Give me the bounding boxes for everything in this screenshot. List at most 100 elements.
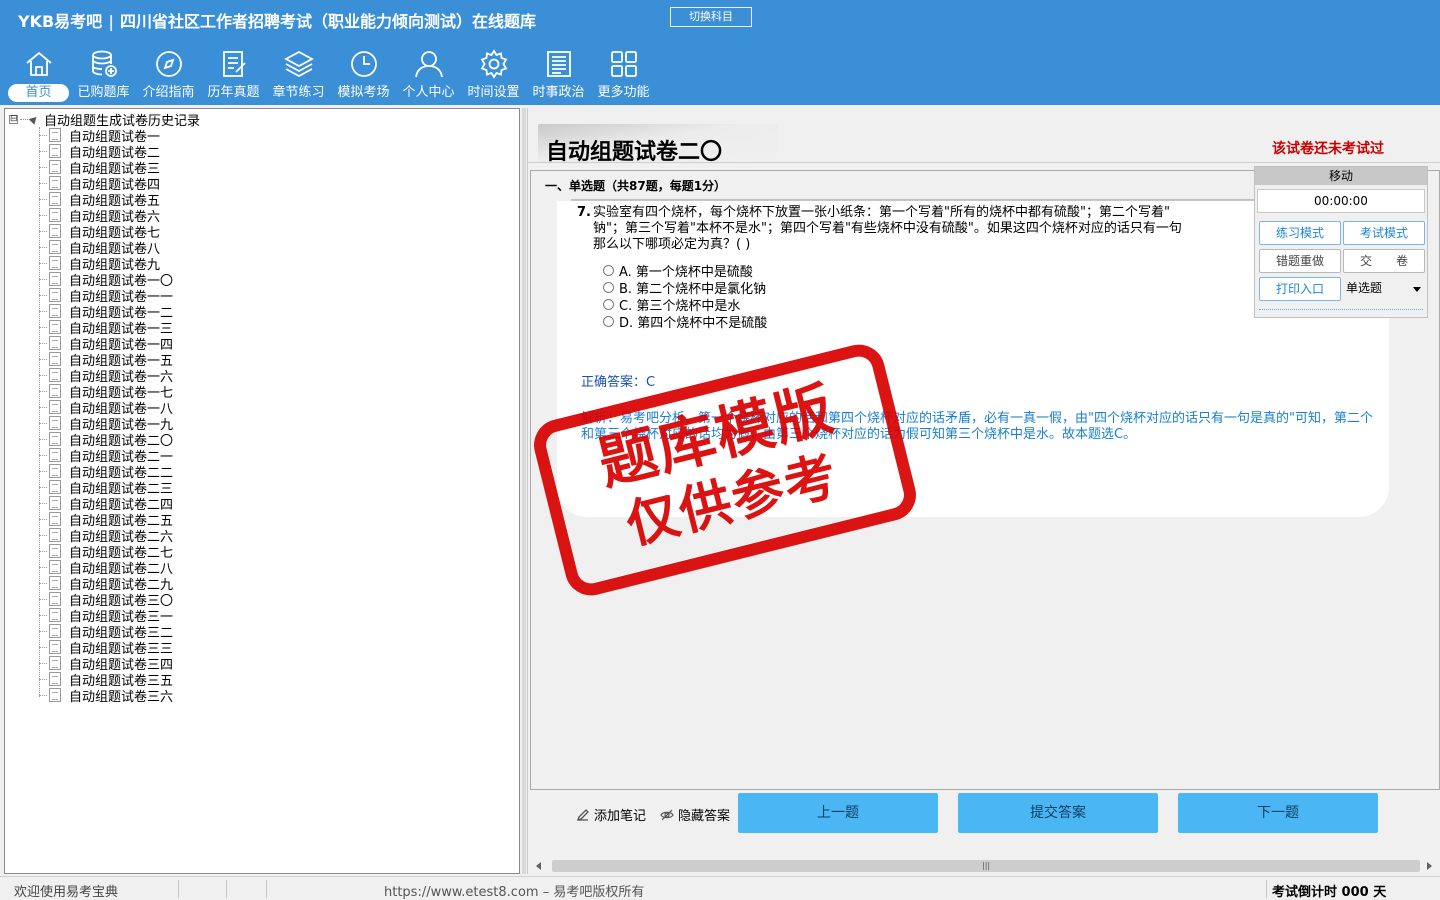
exam-mode-button[interactable]: 考试模式 bbox=[1343, 221, 1425, 245]
nav-label: 首页 bbox=[8, 84, 69, 102]
nav-label: 模拟考场 bbox=[337, 85, 390, 100]
panel-splitter[interactable] bbox=[522, 108, 526, 874]
nav-more[interactable]: 更多功能 bbox=[591, 46, 656, 104]
tree-connector bbox=[39, 198, 47, 200]
document-icon bbox=[49, 672, 61, 686]
nav-purchased[interactable]: 已购题库 bbox=[71, 46, 136, 104]
tree-connector bbox=[39, 662, 47, 664]
tree-connector bbox=[39, 374, 47, 376]
option-d[interactable]: D. 第四个烧杯中不是硫酸 bbox=[603, 312, 767, 331]
tree-item[interactable]: 自动组题试卷三六 bbox=[39, 687, 173, 705]
question-number: 7. bbox=[577, 205, 591, 220]
chevron-down-icon bbox=[1413, 287, 1421, 292]
app-title: YKB易考吧 | 四川省社区工作者招聘考试（职业能力倾向测试）在线题库 bbox=[18, 8, 536, 32]
document-icon bbox=[49, 688, 61, 702]
status-welcome: 欢迎使用易考宝典 bbox=[14, 885, 119, 900]
hide-answer-link[interactable]: 隐藏答案 bbox=[660, 805, 730, 824]
scroll-right-icon[interactable] bbox=[1427, 862, 1432, 870]
nav-label: 已购题库 bbox=[77, 85, 130, 100]
document-icon bbox=[49, 560, 61, 574]
document-icon bbox=[222, 51, 246, 77]
tree-connector bbox=[39, 438, 47, 440]
gear-icon bbox=[480, 49, 507, 79]
app-header: YKB易考吧 | 四川省社区工作者招聘考试（职业能力倾向测试）在线题库 切换科目 首… bbox=[0, 0, 1440, 105]
nav-mock-exam[interactable]: 模拟考场 bbox=[331, 46, 396, 104]
answer-value: C bbox=[646, 375, 656, 390]
print-button[interactable]: 打印入口 bbox=[1259, 277, 1341, 301]
scrollbar-thumb[interactable]: ||| bbox=[552, 860, 1420, 872]
radio-icon[interactable] bbox=[603, 265, 614, 276]
document-icon bbox=[49, 352, 61, 366]
panel-scroll-indicator[interactable] bbox=[1259, 309, 1423, 310]
status-divider bbox=[178, 880, 179, 898]
document-icon bbox=[49, 176, 61, 190]
nav-time-settings[interactable]: 时间设置 bbox=[461, 46, 526, 104]
nav-chapter-practice[interactable]: 章节练习 bbox=[266, 46, 331, 104]
nav-label: 历年真题 bbox=[207, 85, 260, 100]
document-icon bbox=[49, 304, 61, 318]
home-icon bbox=[25, 51, 52, 76]
question-type-select[interactable]: 单选题 bbox=[1343, 277, 1425, 301]
document-icon bbox=[49, 624, 61, 638]
folder-arrow-icon bbox=[28, 113, 40, 125]
tree-connector bbox=[39, 310, 47, 312]
prev-question-button[interactable]: 上一题 bbox=[738, 793, 938, 833]
tree-connector bbox=[39, 230, 47, 232]
tree-connector bbox=[39, 454, 47, 456]
grip-icon: ||| bbox=[982, 861, 991, 870]
nav-current-affairs[interactable]: 时事政治 bbox=[526, 46, 591, 104]
correct-answer: 正确答案：C bbox=[581, 371, 655, 390]
document-icon bbox=[49, 464, 61, 478]
submit-answer-button[interactable]: 提交答案 bbox=[958, 793, 1158, 833]
tree-connector bbox=[39, 214, 47, 216]
next-question-button[interactable]: 下一题 bbox=[1178, 793, 1378, 833]
tree-connector bbox=[39, 470, 47, 472]
paper-status: 该试卷还未考试过 bbox=[1272, 141, 1384, 157]
tree-connector bbox=[39, 550, 47, 552]
tree-connector bbox=[39, 406, 47, 408]
document-icon bbox=[49, 256, 61, 270]
document-icon bbox=[49, 576, 61, 590]
radio-icon[interactable] bbox=[603, 299, 614, 310]
move-handle[interactable]: 移动 bbox=[1255, 167, 1427, 185]
redo-wrong-button[interactable]: 错题重做 bbox=[1259, 249, 1341, 273]
status-copyright: https://www.etest8.com – 易考吧版权所有 bbox=[384, 885, 645, 900]
tree-connector bbox=[39, 182, 47, 184]
document-icon bbox=[49, 432, 61, 446]
paper-history-tree: ⊟ 自动组题生成试卷历史记录 自动组题试卷一 自动组题试卷二 自动组题试卷三 自动组题… bbox=[4, 108, 520, 874]
document-icon bbox=[49, 448, 61, 462]
tree-connector bbox=[39, 646, 47, 648]
user-icon bbox=[414, 51, 443, 78]
tree-connector bbox=[39, 342, 47, 344]
switch-subject-button[interactable]: 切换科目 bbox=[670, 7, 752, 27]
main-nav: 首页 已购题库 介绍指南 历年真题 章节练习 模拟考场 个人中心 时间设置 时事… bbox=[6, 46, 656, 104]
collapse-icon[interactable]: ⊟ bbox=[9, 114, 18, 124]
status-bar: 欢迎使用易考宝典 https://www.etest8.com – 易考吧版权所… bbox=[0, 876, 1440, 900]
add-note-label: 添加笔记 bbox=[594, 809, 647, 824]
nav-label: 介绍指南 bbox=[142, 85, 195, 100]
nav-past-exams[interactable]: 历年真题 bbox=[201, 46, 266, 104]
tree-connector bbox=[39, 694, 47, 696]
practice-mode-button[interactable]: 练习模式 bbox=[1259, 221, 1341, 245]
tree-list: 自动组题试卷一 自动组题试卷二 自动组题试卷三 自动组题试卷四 自动组题试卷五 自动组题试… bbox=[39, 127, 173, 705]
document-icon bbox=[49, 416, 61, 430]
document-icon bbox=[49, 592, 61, 606]
tree-connector bbox=[39, 630, 47, 632]
option-label: D. 第四个烧杯中不是硫酸 bbox=[619, 316, 768, 331]
submit-paper-button[interactable]: 交 卷 bbox=[1343, 249, 1425, 273]
nav-home[interactable]: 首页 bbox=[6, 46, 71, 104]
tree-connector bbox=[39, 566, 47, 568]
add-note-link[interactable]: 添加笔记 bbox=[576, 805, 646, 824]
status-divider bbox=[226, 880, 227, 898]
nav-label: 个人中心 bbox=[402, 85, 455, 100]
nav-label: 时间设置 bbox=[467, 85, 520, 100]
nav-label: 更多功能 bbox=[597, 85, 650, 100]
nav-personal-center[interactable]: 个人中心 bbox=[396, 46, 461, 104]
radio-icon[interactable] bbox=[603, 316, 614, 327]
radio-icon[interactable] bbox=[603, 282, 614, 293]
tree-connector bbox=[39, 486, 47, 488]
horizontal-scrollbar[interactable]: ||| bbox=[530, 858, 1438, 874]
scroll-left-icon[interactable] bbox=[536, 862, 541, 870]
nav-guide[interactable]: 介绍指南 bbox=[136, 46, 201, 104]
title-separator: | bbox=[108, 12, 115, 31]
